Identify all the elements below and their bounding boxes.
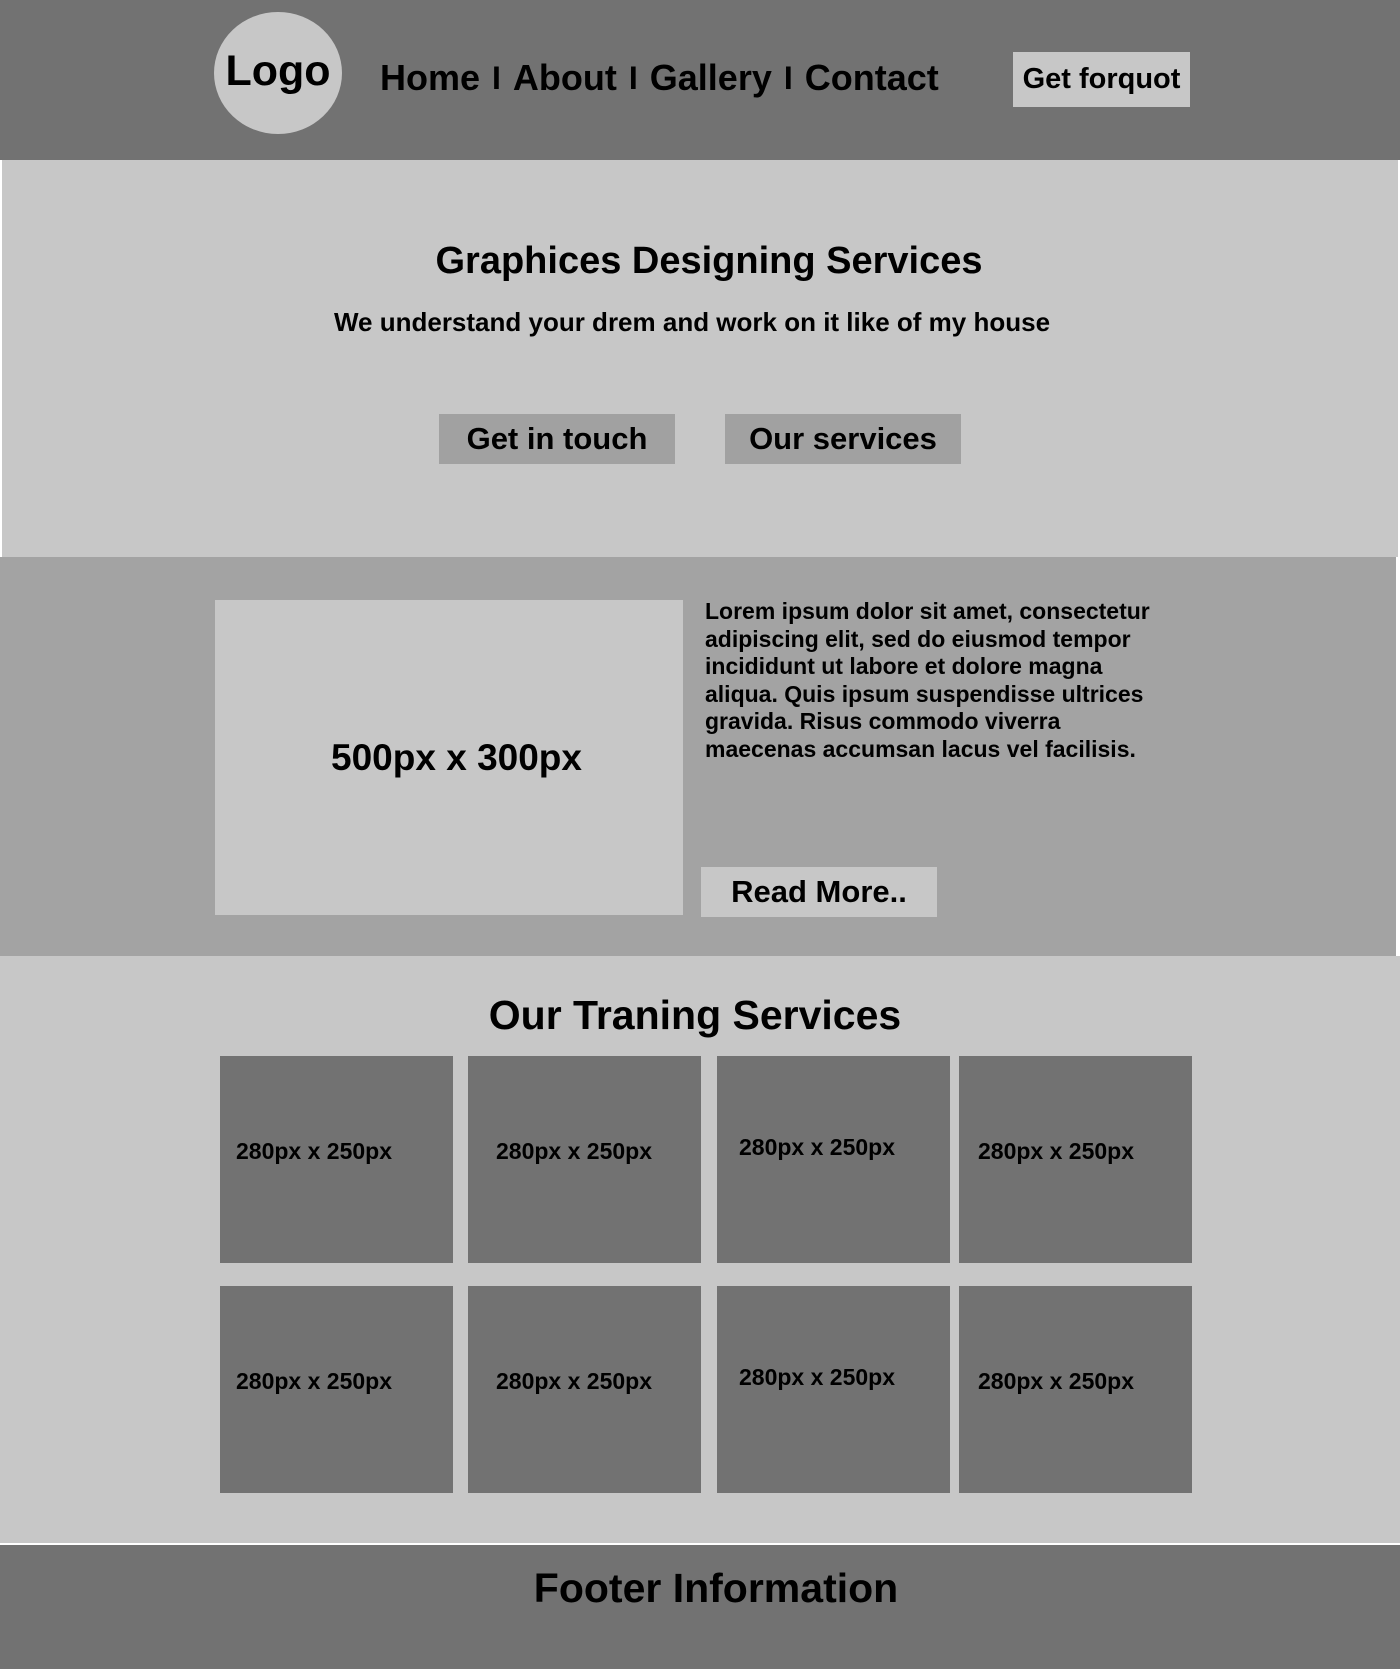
hero-title: Graphices Designing Services: [435, 240, 983, 282]
training-card[interactable]: 280px x 250px: [220, 1286, 453, 1493]
logo[interactable]: Logo: [214, 12, 342, 134]
get-quote-button[interactable]: Get forquot: [1013, 52, 1190, 107]
training-card[interactable]: 280px x 250px: [959, 1056, 1192, 1263]
nav-link-gallery[interactable]: Gallery: [650, 57, 772, 99]
nav-link-home[interactable]: Home: [380, 57, 480, 99]
image-placeholder-label: 500px x 300px: [331, 736, 582, 778]
nav-link-contact[interactable]: Contact: [805, 57, 939, 99]
read-more-button[interactable]: Read More..: [701, 867, 937, 917]
our-services-button[interactable]: Our services: [725, 414, 961, 464]
card-label: 280px x 250px: [496, 1138, 653, 1164]
card-label: 280px x 250px: [978, 1138, 1135, 1164]
card-label: 280px x 250px: [739, 1134, 896, 1160]
get-in-touch-button[interactable]: Get in touch: [439, 414, 675, 464]
card-label: 280px x 250px: [236, 1138, 393, 1164]
nav-separator: I: [783, 59, 793, 96]
page: Logo Home I About I Gallery I Contact Ge…: [0, 0, 1400, 1669]
hero-subtitle: We understand your drem and work on it l…: [333, 307, 1051, 337]
nav-separator: I: [628, 59, 638, 96]
training-card[interactable]: 280px x 250px: [717, 1056, 950, 1263]
hero-section: Graphices Designing Services We understa…: [2, 160, 1398, 557]
training-title: Our Traning Services: [488, 992, 902, 1038]
about-image-placeholder: 500px x 300px: [215, 600, 683, 915]
main-nav: Home I About I Gallery I Contact: [380, 56, 939, 100]
nav-separator: I: [492, 59, 501, 96]
training-section: Our Traning Services 280px x 250px 280px…: [0, 956, 1400, 1543]
training-card[interactable]: 280px x 250px: [220, 1056, 453, 1263]
nav-link-about[interactable]: About: [513, 57, 617, 99]
site-header: Logo Home I About I Gallery I Contact Ge…: [0, 0, 1400, 160]
training-card[interactable]: 280px x 250px: [717, 1286, 950, 1493]
card-label: 280px x 250px: [236, 1368, 393, 1394]
about-text: Lorem ipsum dolor sit amet, consectetur …: [705, 598, 1150, 762]
about-section: 500px x 300px Lorem ipsum dolor sit amet…: [0, 557, 1396, 956]
training-card[interactable]: 280px x 250px: [468, 1286, 701, 1493]
training-card[interactable]: 280px x 250px: [468, 1056, 701, 1263]
training-card[interactable]: 280px x 250px: [959, 1286, 1192, 1493]
footer-text: Footer Information: [533, 1565, 899, 1611]
card-label: 280px x 250px: [978, 1368, 1135, 1394]
card-label: 280px x 250px: [496, 1368, 653, 1394]
card-label: 280px x 250px: [739, 1364, 896, 1390]
site-footer: Footer Information: [0, 1545, 1400, 1669]
